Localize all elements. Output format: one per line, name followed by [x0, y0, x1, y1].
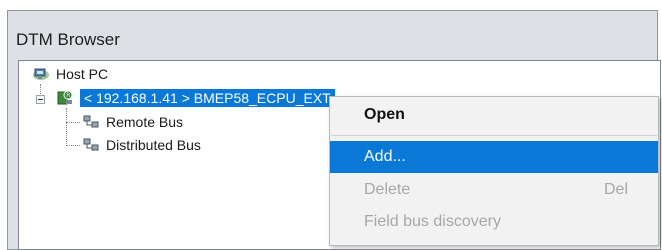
- menu-item-label: Delete: [364, 181, 411, 198]
- tree-item-bmep58[interactable]: R < 192.168.1.41 > BMEP58_ECPU_EXT: [56, 88, 335, 108]
- tree-item-distributed-bus[interactable]: Distributed Bus: [82, 135, 201, 155]
- tree-item-host-pc[interactable]: Host PC: [32, 64, 108, 84]
- tree-item-label: Remote Bus: [106, 114, 184, 130]
- window-title: DTM Browser: [16, 30, 120, 49]
- host-pc-icon: [32, 65, 50, 83]
- tree-connector: [66, 122, 80, 123]
- context-menu: Open Add... Delete Del Field bus discove…: [329, 96, 659, 246]
- menu-item-open[interactable]: Open: [330, 99, 658, 131]
- tree-item-label: Distributed Bus: [106, 137, 201, 153]
- network-bus-icon: [82, 113, 100, 131]
- network-bus-icon: [82, 136, 100, 154]
- menu-separator: [331, 135, 657, 136]
- tree-item-label: < 192.168.1.41 > BMEP58_ECPU_EXT: [80, 89, 335, 107]
- menu-item-label: Open: [364, 106, 405, 123]
- tree-item-remote-bus[interactable]: Remote Bus: [82, 112, 183, 132]
- menu-item-field-bus-discovery[interactable]: Field bus discovery: [330, 206, 658, 238]
- svg-text:R: R: [66, 92, 70, 99]
- collapse-toggle[interactable]: [36, 95, 45, 104]
- menu-item-delete[interactable]: Delete Del: [330, 174, 658, 206]
- tree-connector: [66, 108, 67, 146]
- menu-item-shortcut: Del: [603, 181, 628, 198]
- plc-module-icon: R: [56, 89, 74, 107]
- menu-item-label: Add...: [364, 148, 406, 165]
- menu-item-add[interactable]: Add...: [330, 141, 658, 173]
- tree-item-label: Host PC: [56, 66, 109, 82]
- menu-item-label: Field bus discovery: [364, 213, 501, 230]
- tree-connector: [66, 145, 80, 146]
